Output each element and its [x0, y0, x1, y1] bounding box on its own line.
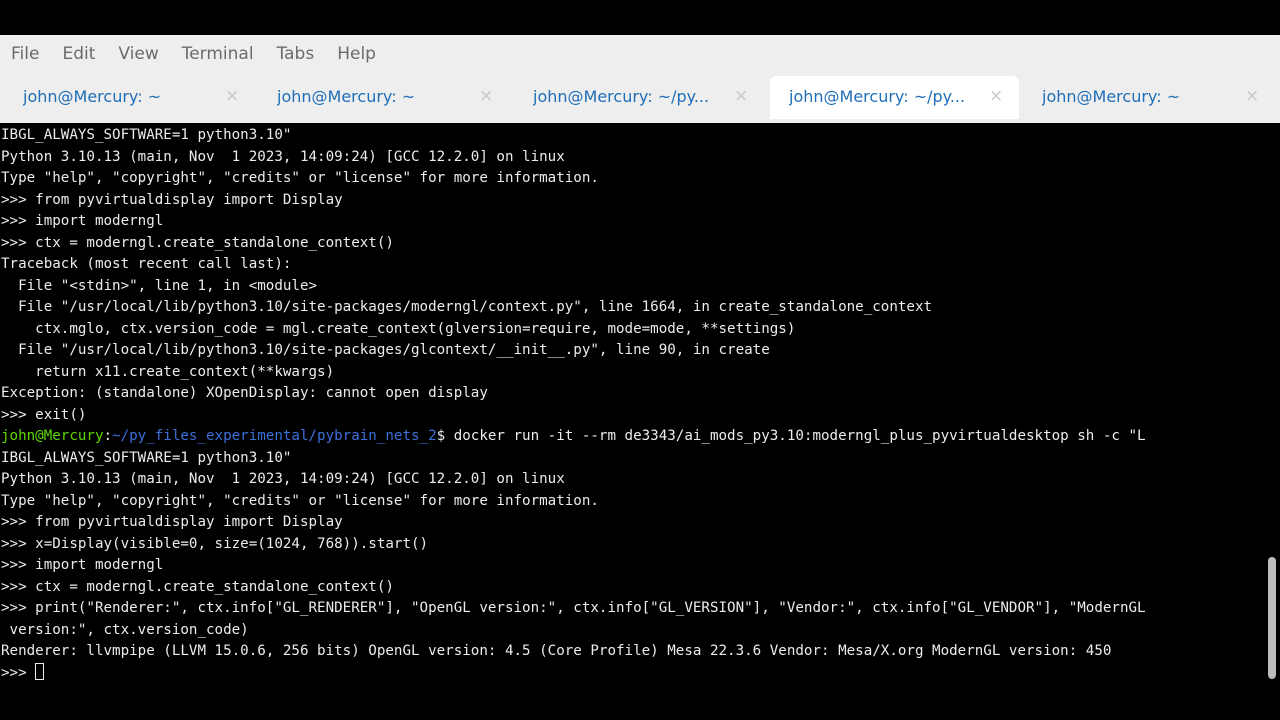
terminal-line: File "/usr/local/lib/python3.10/site-pac… — [1, 342, 770, 358]
tab-3[interactable]: john@Mercury: ~/py... × — [517, 76, 763, 119]
tab-2[interactable]: john@Mercury: ~ × — [262, 76, 508, 119]
menu-edit[interactable]: Edit — [51, 35, 105, 73]
tab-1-label: john@Mercury: ~ — [23, 87, 162, 106]
terminal-line: IBGL_ALWAYS_SOFTWARE=1 python3.10" — [1, 450, 292, 466]
prompt-command: $ docker run -it --rm de3343/ai_mods_py3… — [436, 428, 1146, 444]
terminal-line: Type "help", "copyright", "credits" or "… — [1, 170, 599, 186]
tab-3-close-icon[interactable]: × — [734, 86, 748, 106]
terminal-line: >>> ctx = moderngl.create_standalone_con… — [1, 579, 394, 595]
prompt-colon: : — [103, 428, 113, 444]
terminal-line: >>> import moderngl — [1, 213, 164, 229]
terminal-line: >>> from pyvirtualdisplay import Display — [1, 192, 343, 208]
tab-2-close-icon[interactable]: × — [479, 86, 493, 106]
terminal-line: version:", ctx.version_code) — [1, 622, 249, 638]
terminal-line: >>> import moderngl — [1, 557, 164, 573]
terminal-line: Type "help", "copyright", "credits" or "… — [1, 493, 599, 509]
terminal-output[interactable]: IBGL_ALWAYS_SOFTWARE=1 python3.10" Pytho… — [0, 123, 1264, 684]
tab-bar: john@Mercury: ~ × john@Mercury: ~ × john… — [0, 73, 1280, 123]
python-prompt-line: >>> — [1, 663, 45, 684]
tab-3-label: john@Mercury: ~/py... — [533, 87, 710, 106]
terminal-line: File "<stdin>", line 1, in <module> — [1, 278, 318, 294]
text-cursor — [35, 663, 45, 680]
scrollbar-thumb[interactable] — [1268, 557, 1276, 679]
terminal-line: ctx.mglo, ctx.version_code = mgl.create_… — [1, 321, 796, 337]
prompt-path: ~/py_files_experimental/pybrain_nets_2 — [112, 428, 437, 444]
terminal-line: >>> from pyvirtualdisplay import Display — [1, 514, 343, 530]
menu-tabs[interactable]: Tabs — [266, 35, 325, 73]
terminal-line: return x11.create_context(**kwargs) — [1, 364, 335, 380]
terminal-line: >>> x=Display(visible=0, size=(1024, 768… — [1, 536, 429, 552]
menu-terminal[interactable]: Terminal — [171, 35, 264, 73]
tab-5-label: john@Mercury: ~ — [1042, 87, 1181, 106]
terminal-line: >>> print("Renderer:", ctx.info["GL_REND… — [1, 600, 1146, 616]
bottom-letterbox — [0, 684, 1280, 720]
shell-prompt-line: john@Mercury:~/py_files_experimental/pyb… — [1, 426, 1146, 447]
tab-1-close-icon[interactable]: × — [225, 86, 239, 106]
terminal-line: Renderer: llvmpipe (LLVM 15.0.6, 256 bit… — [1, 643, 1112, 659]
tab-1[interactable]: john@Mercury: ~ × — [8, 76, 254, 119]
tab-5[interactable]: john@Mercury: ~ × — [1026, 76, 1276, 119]
menu-view[interactable]: View — [107, 35, 168, 73]
tab-4-label: john@Mercury: ~/py... — [789, 87, 966, 106]
top-letterbox — [0, 0, 1280, 35]
python-prompt: >>> — [1, 665, 36, 681]
terminal-line: >>> ctx = moderngl.create_standalone_con… — [1, 235, 394, 251]
screen: File Edit View Terminal Tabs Help john@M… — [0, 0, 1280, 720]
tab-4-close-icon[interactable]: × — [989, 86, 1003, 106]
menu-file[interactable]: File — [0, 35, 49, 73]
tab-4-active[interactable]: john@Mercury: ~/py... × — [770, 76, 1019, 119]
prompt-user: john@Mercury — [1, 428, 104, 444]
terminal-line: Python 3.10.13 (main, Nov 1 2023, 14:09:… — [1, 149, 565, 165]
terminal-line: IBGL_ALWAYS_SOFTWARE=1 python3.10" — [1, 127, 292, 143]
terminal-line: Python 3.10.13 (main, Nov 1 2023, 14:09:… — [1, 471, 565, 487]
tab-5-close-icon[interactable]: × — [1245, 86, 1259, 106]
menu-bar: File Edit View Terminal Tabs Help — [0, 35, 1280, 73]
terminal-line: File "/usr/local/lib/python3.10/site-pac… — [1, 299, 933, 315]
tab-2-label: john@Mercury: ~ — [277, 87, 416, 106]
terminal-line: Traceback (most recent call last): — [1, 256, 292, 272]
terminal-line: >>> exit() — [1, 407, 87, 423]
terminal-line: Exception: (standalone) XOpenDisplay: ca… — [1, 385, 488, 401]
menu-help[interactable]: Help — [326, 35, 386, 73]
